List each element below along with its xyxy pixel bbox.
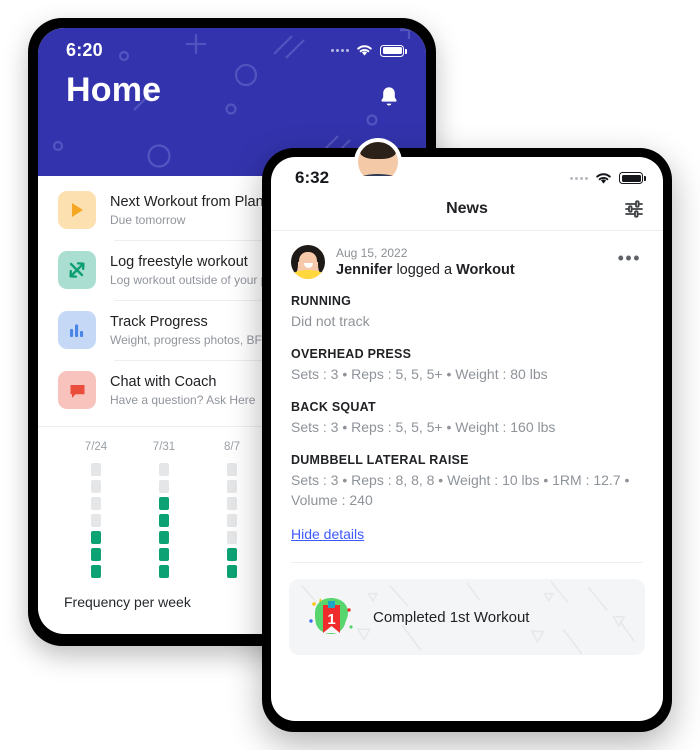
bar-segment-empty — [91, 480, 101, 493]
list-item-subtitle: Have a question? Ask Here — [110, 393, 256, 408]
status-time: 6:32 — [295, 168, 330, 187]
exercise-entry: BACK SQUAT Sets : 3 • Reps : 5, 5, 5+ • … — [291, 400, 643, 438]
bar-chart-icon — [58, 311, 96, 349]
bar-segment-filled — [159, 565, 169, 578]
exercise-details: Did not track — [291, 313, 370, 329]
list-item-subtitle: Due tomorrow — [110, 213, 186, 228]
bar-segment-empty — [227, 463, 237, 476]
battery-icon — [619, 172, 646, 184]
sliders-filter-icon[interactable] — [623, 198, 645, 220]
chart-bar-7/24 — [62, 463, 130, 578]
avatar[interactable] — [354, 138, 402, 176]
bar-segment-empty — [91, 497, 101, 510]
news-title: News — [446, 200, 488, 217]
exercise-name: BACK SQUAT — [291, 399, 376, 414]
home-status-bar: 6:20 — [38, 28, 426, 61]
post-date: Aug 15, 2022 — [336, 246, 408, 260]
list-item-title: Next Workout from Plan — [110, 193, 264, 210]
status-icons — [331, 44, 407, 57]
achievement-label: Completed 1st Workout — [373, 608, 530, 626]
jennifer-avatar[interactable] — [291, 245, 325, 279]
list-item-subtitle: Log workout outside of your p — [110, 273, 268, 288]
news-phone-screen: 6:32 News Aug 15, 2022 Jennifer logged a… — [271, 157, 663, 721]
shuffle-icon — [58, 251, 96, 289]
bar-segment-empty — [91, 463, 101, 476]
bar-segment-filled — [91, 548, 101, 561]
post-actor: Jennifer — [336, 262, 393, 278]
bar-segment-empty — [91, 514, 101, 527]
news-navbar: News — [271, 188, 663, 231]
wifi-icon — [357, 45, 372, 56]
chat-bubble-icon — [58, 371, 96, 409]
post-header: Aug 15, 2022 Jennifer logged a Workout •… — [291, 245, 643, 279]
exercise-entry: DUMBBELL LATERAL RAISE Sets : 3 • Reps :… — [291, 453, 643, 511]
bar-segment-filled — [159, 548, 169, 561]
news-post: Aug 15, 2022 Jennifer logged a Workout •… — [271, 231, 663, 544]
hide-details-link[interactable]: Hide details — [291, 526, 364, 542]
chart-x-label: 8/7 — [224, 441, 240, 453]
exercise-name: RUNNING — [291, 294, 352, 308]
bar-segment-filled — [91, 531, 101, 544]
page-title: Home — [66, 71, 162, 109]
status-icons — [570, 172, 646, 185]
bar-segment-empty — [227, 531, 237, 544]
list-item-subtitle: Weight, progress photos, BF% — [110, 333, 273, 348]
exercise-entry: OVERHEAD PRESS Sets : 3 • Reps : 5, 5, 5… — [291, 347, 643, 385]
list-item-title: Track Progress — [110, 313, 208, 330]
bar-segment-empty — [227, 497, 237, 510]
status-time: 6:20 — [66, 40, 103, 60]
post-action: logged a — [392, 262, 457, 278]
exercise-details: Sets : 3 • Reps : 5, 5, 5+ • Weight : 80… — [291, 365, 548, 382]
chart-bar-7/31 — [130, 463, 198, 578]
exercise-name: DUMBBELL LATERAL RAISE — [291, 452, 469, 467]
more-options-icon[interactable]: ••• — [612, 249, 643, 275]
wifi-icon — [596, 172, 611, 184]
screenshot-root: 6:20 Home Next Workout from Plan Due tom… — [0, 0, 700, 750]
news-status-bar: 6:32 — [271, 157, 663, 188]
badge-number: 1 — [327, 611, 335, 628]
list-item-title: Log freestyle workout — [110, 253, 248, 270]
divider — [291, 562, 643, 564]
bar-segment-empty — [159, 463, 169, 476]
news-phone-frame: 6:32 News Aug 15, 2022 Jennifer logged a… — [262, 148, 672, 732]
signal-dots-icon — [331, 49, 349, 52]
bar-segment-empty — [227, 514, 237, 527]
bar-segment-filled — [91, 565, 101, 578]
bar-segment-empty — [159, 480, 169, 493]
home-title-bar: Home — [38, 61, 426, 110]
battery-icon — [380, 44, 407, 57]
achievement-card[interactable]: 1 Completed 1st Workout — [289, 579, 645, 656]
chart-bar-8/7 — [198, 463, 266, 578]
exercise-name: OVERHEAD PRESS — [291, 346, 412, 361]
signal-dots-icon — [570, 176, 588, 180]
bar-segment-filled — [159, 531, 169, 544]
play-icon — [58, 191, 96, 229]
home-header: 6:20 Home — [38, 28, 426, 176]
chart-x-label: 7/31 — [152, 441, 176, 453]
bar-segment-filled — [227, 548, 237, 561]
bar-segment-filled — [159, 514, 169, 527]
post-object: Workout — [456, 262, 515, 278]
exercise-details: Sets : 3 • Reps : 5, 5, 5+ • Weight : 16… — [291, 418, 556, 435]
bar-segment-empty — [227, 480, 237, 493]
exercise-entry: RUNNING Did not track — [291, 294, 643, 332]
first-workout-badge-icon: 1 — [309, 598, 353, 635]
bar-segment-filled — [227, 565, 237, 578]
bell-icon[interactable] — [378, 85, 400, 109]
bar-segment-filled — [159, 497, 169, 510]
list-item-title: Chat with Coach — [110, 373, 217, 390]
post-title: Jennifer logged a Workout — [336, 262, 601, 278]
exercise-details: Sets : 3 • Reps : 8, 8, 8 • Weight : 10 … — [291, 471, 630, 508]
chart-x-label: 7/24 — [84, 441, 108, 453]
